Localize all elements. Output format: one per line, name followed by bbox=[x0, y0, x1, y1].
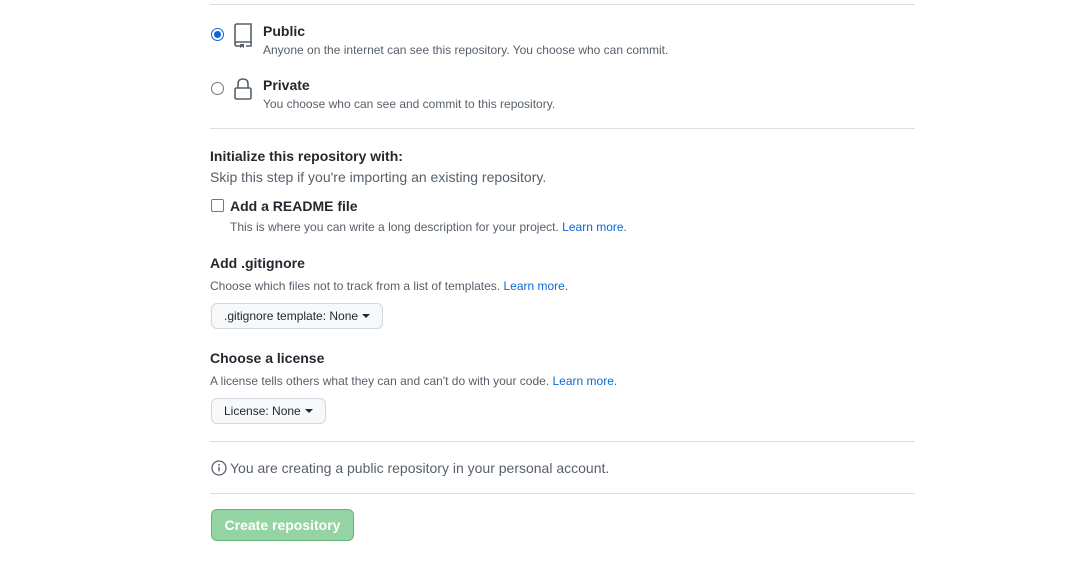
license-desc-text: A license tells others what they can and… bbox=[210, 374, 550, 388]
caret-down-icon bbox=[304, 409, 313, 413]
gitignore-desc-text: Choose which files not to track from a l… bbox=[210, 279, 501, 293]
gitignore-heading: Add .gitignore bbox=[210, 255, 305, 271]
divider bbox=[210, 4, 915, 5]
license-select[interactable]: License: None bbox=[211, 398, 326, 424]
readme-checkbox[interactable] bbox=[211, 199, 224, 212]
gitignore-learn-more-link[interactable]: Learn more. bbox=[503, 279, 568, 293]
private-radio[interactable] bbox=[211, 82, 224, 95]
license-select-label: License: None bbox=[224, 404, 301, 418]
license-heading: Choose a license bbox=[210, 350, 325, 366]
readme-learn-more-link[interactable]: Learn more. bbox=[562, 220, 627, 234]
repo-icon bbox=[232, 23, 254, 48]
private-description: You choose who can see and commit to thi… bbox=[263, 97, 556, 111]
private-title: Private bbox=[263, 77, 310, 93]
divider bbox=[210, 441, 915, 442]
readme-description: This is where you can write a long descr… bbox=[230, 220, 627, 234]
public-radio[interactable] bbox=[211, 28, 224, 41]
readme-label[interactable]: Add a README file bbox=[230, 198, 358, 214]
license-description: A license tells others what they can and… bbox=[210, 374, 617, 388]
info-message: You are creating a public repository in … bbox=[230, 460, 610, 476]
gitignore-description: Choose which files not to track from a l… bbox=[210, 279, 568, 293]
divider bbox=[210, 128, 915, 129]
caret-down-icon bbox=[362, 314, 371, 318]
lock-icon bbox=[232, 77, 254, 101]
readme-desc-text: This is where you can write a long descr… bbox=[230, 220, 559, 234]
info-icon bbox=[211, 460, 227, 476]
visibility-option-private[interactable]: Private You choose who can see and commi… bbox=[210, 77, 915, 117]
divider bbox=[210, 493, 915, 494]
license-learn-more-link[interactable]: Learn more. bbox=[553, 374, 618, 388]
gitignore-select-label: .gitignore template: None bbox=[224, 309, 359, 323]
public-description: Anyone on the internet can see this repo… bbox=[263, 43, 669, 57]
gitignore-template-select[interactable]: .gitignore template: None bbox=[211, 303, 384, 329]
init-note: Skip this step if you're importing an ex… bbox=[210, 169, 547, 185]
create-repository-button[interactable]: Create repository bbox=[211, 509, 354, 541]
visibility-option-public[interactable]: Public Anyone on the internet can see th… bbox=[210, 23, 915, 63]
init-heading: Initialize this repository with: bbox=[210, 148, 403, 164]
public-title: Public bbox=[263, 23, 306, 39]
